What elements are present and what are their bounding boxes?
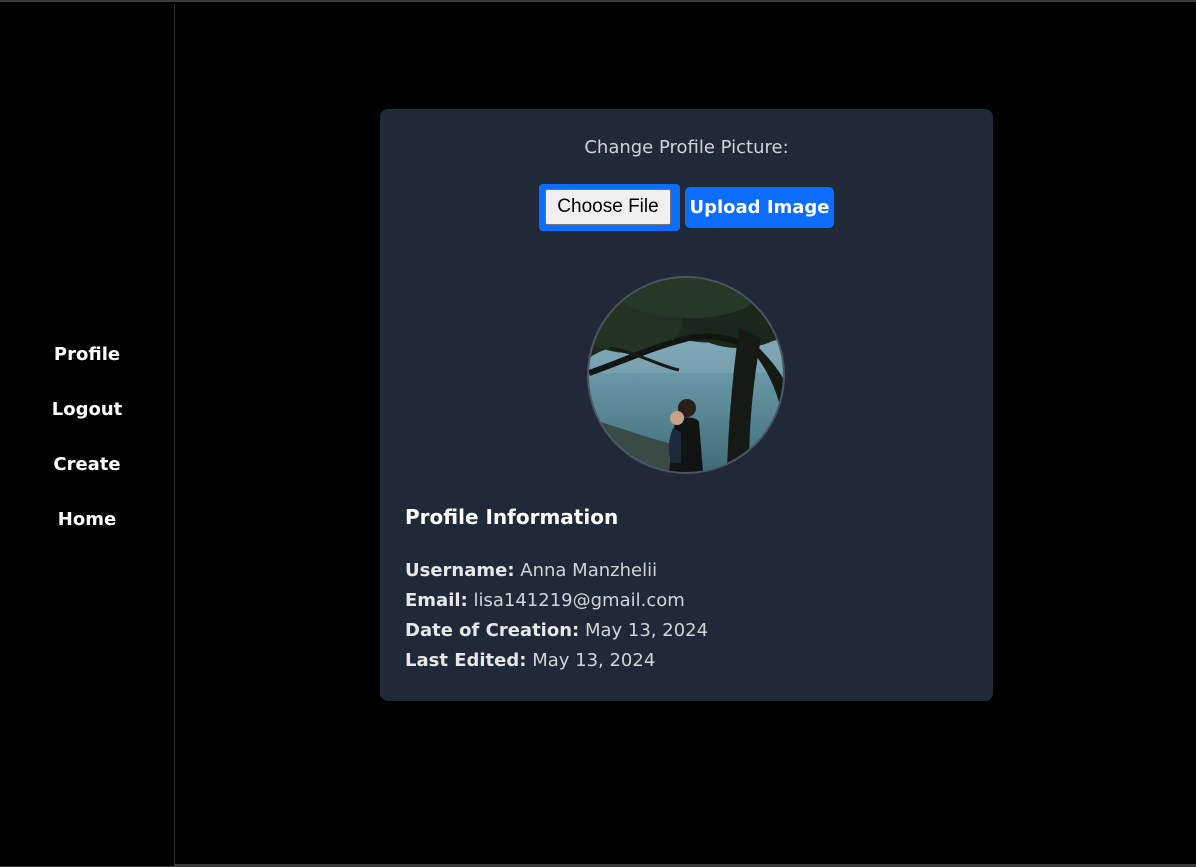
date-of-creation-label: Date of Creation: bbox=[405, 620, 580, 641]
last-edited-value: May 13, 2024 bbox=[532, 650, 656, 671]
last-edited-label: Last Edited: bbox=[405, 650, 527, 671]
email-value: lisa141219@gmail.com bbox=[473, 590, 685, 611]
profile-photo-icon bbox=[589, 278, 783, 472]
last-edited-row: Last Edited: May 13, 2024 bbox=[405, 649, 708, 679]
username-row: Username: Anna Manzhelii bbox=[405, 559, 708, 589]
profile-information-title: Profile Information bbox=[405, 505, 619, 529]
email-row: Email: lisa141219@gmail.com bbox=[405, 589, 708, 619]
change-picture-label: Change Profile Picture: bbox=[584, 137, 789, 158]
file-input-wrapper: Choose File bbox=[539, 184, 680, 231]
sidebar-nav: Profile Logout Create Home bbox=[0, 335, 174, 555]
app-window: Profile Logout Create Home Change Profil… bbox=[0, 0, 1196, 867]
date-of-creation-row: Date of Creation: May 13, 2024 bbox=[405, 619, 708, 649]
sidebar-item-home[interactable]: Home bbox=[58, 500, 116, 555]
username-value: Anna Manzhelii bbox=[520, 560, 658, 581]
choose-file-button[interactable]: Choose File bbox=[545, 189, 671, 225]
date-of-creation-value: May 13, 2024 bbox=[584, 620, 709, 641]
profile-info-list: Username: Anna Manzhelii Email: lisa1412… bbox=[405, 559, 708, 679]
email-label: Email: bbox=[405, 590, 468, 611]
upload-image-button[interactable]: Upload Image bbox=[685, 187, 834, 228]
profile-card: Change Profile Picture: Choose File Uplo… bbox=[380, 109, 993, 701]
avatar bbox=[587, 276, 785, 474]
sidebar-item-create[interactable]: Create bbox=[53, 445, 120, 500]
sidebar: Profile Logout Create Home bbox=[0, 4, 175, 866]
sidebar-item-profile[interactable]: Profile bbox=[54, 335, 120, 390]
username-label: Username: bbox=[405, 560, 515, 581]
sidebar-item-logout[interactable]: Logout bbox=[52, 390, 123, 445]
